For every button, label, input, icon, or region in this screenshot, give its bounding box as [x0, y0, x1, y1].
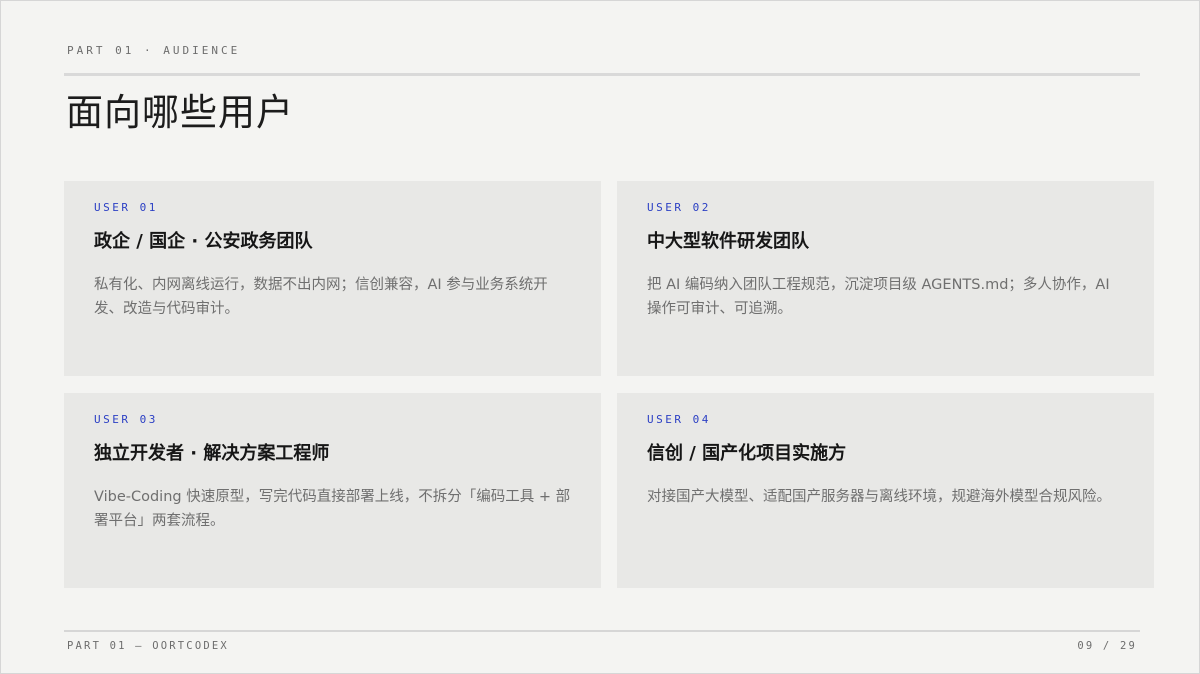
user-description: Vibe-Coding 快速原型，写完代码直接部署上线，不拆分「编码工具 + 部… — [94, 489, 571, 529]
user-description: 对接国产大模型、适配国产服务器与离线环境，规避海外模型合规风险。 — [647, 489, 1111, 505]
user-name: 信创 / 国产化项目实施方 — [647, 443, 847, 464]
user-name: 中大型软件研发团队 — [647, 231, 809, 252]
footer-section-label: PART 01 — OORTCODEX — [67, 640, 229, 652]
user-card-4: USER 04 信创 / 国产化项目实施方 对接国产大模型、适配国产服务器与离线… — [617, 393, 1154, 588]
section-eyebrow: PART 01 · AUDIENCE — [67, 44, 241, 57]
page-number: 09 / 29 — [1077, 640, 1137, 652]
user-name: 独立开发者 · 解决方案工程师 — [94, 443, 330, 464]
user-tag: USER 01 — [94, 201, 158, 214]
user-tag: USER 02 — [647, 201, 711, 214]
header-divider — [64, 73, 1140, 76]
user-tag: USER 04 — [647, 413, 711, 426]
user-description: 私有化、内网离线运行，数据不出内网；信创兼容，AI 参与业务系统开发、改造与代码… — [94, 277, 548, 317]
user-card-3: USER 03 独立开发者 · 解决方案工程师 Vibe-Coding 快速原型… — [64, 393, 601, 588]
footer-divider — [64, 630, 1140, 632]
user-card-1: USER 01 政企 / 国企 · 公安政务团队 私有化、内网离线运行，数据不出… — [64, 181, 601, 376]
user-name: 政企 / 国企 · 公安政务团队 — [94, 231, 313, 252]
page-title: 面向哪些用户 — [66, 91, 294, 134]
user-tag: USER 03 — [94, 413, 158, 426]
user-card-2: USER 02 中大型软件研发团队 把 AI 编码纳入团队工程规范，沉淀项目级 … — [617, 181, 1154, 376]
user-description: 把 AI 编码纳入团队工程规范，沉淀项目级 AGENTS.md；多人协作，AI … — [647, 277, 1110, 317]
